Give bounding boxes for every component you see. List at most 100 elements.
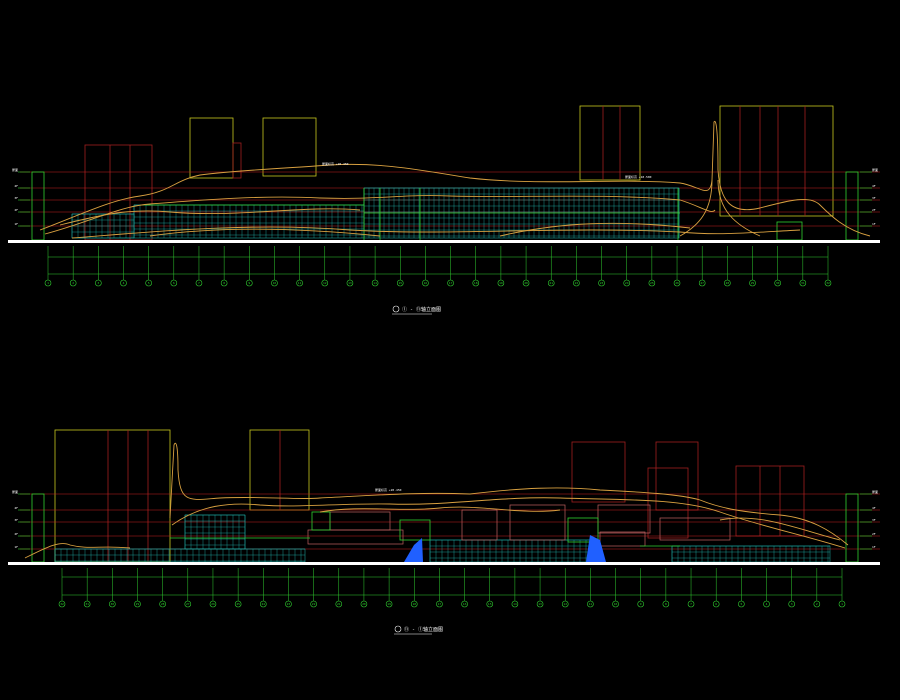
pavilion-outline (461, 509, 498, 541)
axis-label: 9 (248, 281, 250, 285)
green-block (311, 511, 331, 531)
axis-label: 12 (323, 281, 327, 285)
elevation-annotation: 屋面标高 +20.450 (322, 161, 349, 166)
lower-level-tags-right: 屋面 4F 3F 2F 1F (860, 489, 878, 550)
level-tag: 屋面 (12, 489, 18, 494)
axis-label: 1 (841, 602, 843, 606)
axis-label: 2 (72, 281, 74, 285)
pavilion-outline (329, 511, 391, 531)
level-tag: 3F (872, 518, 876, 522)
upper-axis-grid: 1 2 3 4 5 6 7 8 9 10 11 12 13 14 15 16 17 18 19 20 21 22 23 24 2… (44, 246, 832, 287)
axis-label: 6 (715, 602, 717, 606)
green-block (845, 493, 859, 563)
axis-label: 19 (499, 281, 503, 285)
axis-label: 4 (766, 602, 768, 606)
level-tag: 4F (14, 506, 18, 510)
axis-label: 20 (362, 602, 366, 606)
axis-label: 10 (614, 602, 618, 606)
axis-label: 26 (211, 602, 215, 606)
axis-label: 24 (625, 281, 629, 285)
lower-axis-grid: 32 31 30 29 28 27 26 25 24 23 22 21 20 19 18 17 16 15 14 13… (58, 568, 846, 608)
axis-label: 14 (513, 602, 517, 606)
level-tag: 1F (872, 222, 876, 226)
axis-label: 28 (161, 602, 165, 606)
level-tag: 屋面 (872, 167, 878, 172)
title-symbol (394, 625, 402, 633)
pavilion-outline (597, 504, 651, 534)
facade-block (133, 204, 365, 239)
title-symbol (392, 305, 400, 313)
ground-line (8, 240, 880, 243)
axis-label: 22 (575, 281, 579, 285)
pavilion-outline (307, 529, 404, 545)
cad-drawing-canvas: 屋面 4F 3F 2F 1F 屋面 4F 3F 2F 1F 屋面标高 +20.450 屋面标高 … (8, 105, 880, 635)
axis-label: 30 (776, 281, 780, 285)
axis-label: 24 (261, 602, 265, 606)
roof-curve (39, 120, 871, 237)
axis-label: 9 (640, 602, 642, 606)
axis-label: 15 (488, 602, 492, 606)
tower-outline (232, 142, 242, 179)
axis-label: 13 (538, 602, 542, 606)
facade-block (671, 545, 831, 563)
axis-label: 29 (751, 281, 755, 285)
axis-label: 1 (47, 281, 49, 285)
axis-label: 8 (223, 281, 225, 285)
axis-label: 10 (273, 281, 277, 285)
lower-roof-curves (24, 442, 849, 559)
tower-outline (571, 441, 626, 503)
axis-label: 17 (449, 281, 453, 285)
level-tag: 4F (872, 184, 876, 188)
roof-curve (319, 506, 561, 513)
axis-label: 3 (97, 281, 99, 285)
axis-label: 5 (740, 602, 742, 606)
axis-label: 5 (148, 281, 150, 285)
level-tag: 3F (14, 196, 18, 200)
ground-line (8, 562, 880, 565)
axis-label: 25 (236, 602, 240, 606)
axis-label: 31 (801, 281, 805, 285)
axis-label: 18 (412, 602, 416, 606)
axis-label: 25 (650, 281, 654, 285)
lower-level-tags-left: 屋面 4F 3F 2F 1F (12, 489, 30, 550)
green-block (399, 519, 431, 541)
axis-label: 19 (387, 602, 391, 606)
level-tag: 4F (872, 506, 876, 510)
level-tag: 屋面 (872, 489, 878, 494)
water-feature (404, 538, 423, 562)
axis-label: 15 (398, 281, 402, 285)
axis-label: 21 (337, 602, 341, 606)
lower-elevation-title: ⑪ - ①轴立面图 (404, 626, 443, 633)
elevation-annotation: 屋面标高 +18.500 (625, 174, 652, 179)
axis-label: 8 (665, 602, 667, 606)
level-tag: 4F (14, 184, 18, 188)
level-tag: 3F (14, 518, 18, 522)
roof-curve (171, 497, 846, 549)
elevation-annotation: 屋面标高 +20.450 (375, 487, 402, 492)
upper-elevation: 屋面 4F 3F 2F 1F 屋面 4F 3F 2F 1F 屋面标高 +20.450 屋面标高 … (8, 105, 880, 315)
lower-towers (54, 429, 805, 563)
axis-label: 7 (198, 281, 200, 285)
axis-label: 20 (524, 281, 528, 285)
tower-outline (189, 117, 234, 179)
axis-label: 16 (463, 602, 467, 606)
axis-label: 31 (85, 602, 89, 606)
roof-curve (499, 222, 691, 237)
level-tag: 1F (872, 545, 876, 549)
pavilion-outline (659, 517, 731, 541)
axis-label: 18 (474, 281, 478, 285)
lower-title-block: ⑪ - ①轴立面图 (394, 625, 443, 635)
axis-label: 23 (600, 281, 604, 285)
axis-label: 4 (123, 281, 125, 285)
upper-level-tags-left: 屋面 4F 3F 2F 1F (12, 167, 30, 227)
tower-outline (54, 429, 171, 563)
axis-label: 32 (826, 281, 830, 285)
tower-outline (579, 105, 641, 181)
level-tag: 屋面 (12, 167, 18, 172)
pavilion-outline (599, 531, 646, 547)
axis-label: 6 (173, 281, 175, 285)
axis-label: 11 (589, 602, 593, 606)
level-tag: 1F (14, 222, 18, 226)
tower-outline (655, 441, 699, 511)
axis-label: 11 (298, 281, 302, 285)
